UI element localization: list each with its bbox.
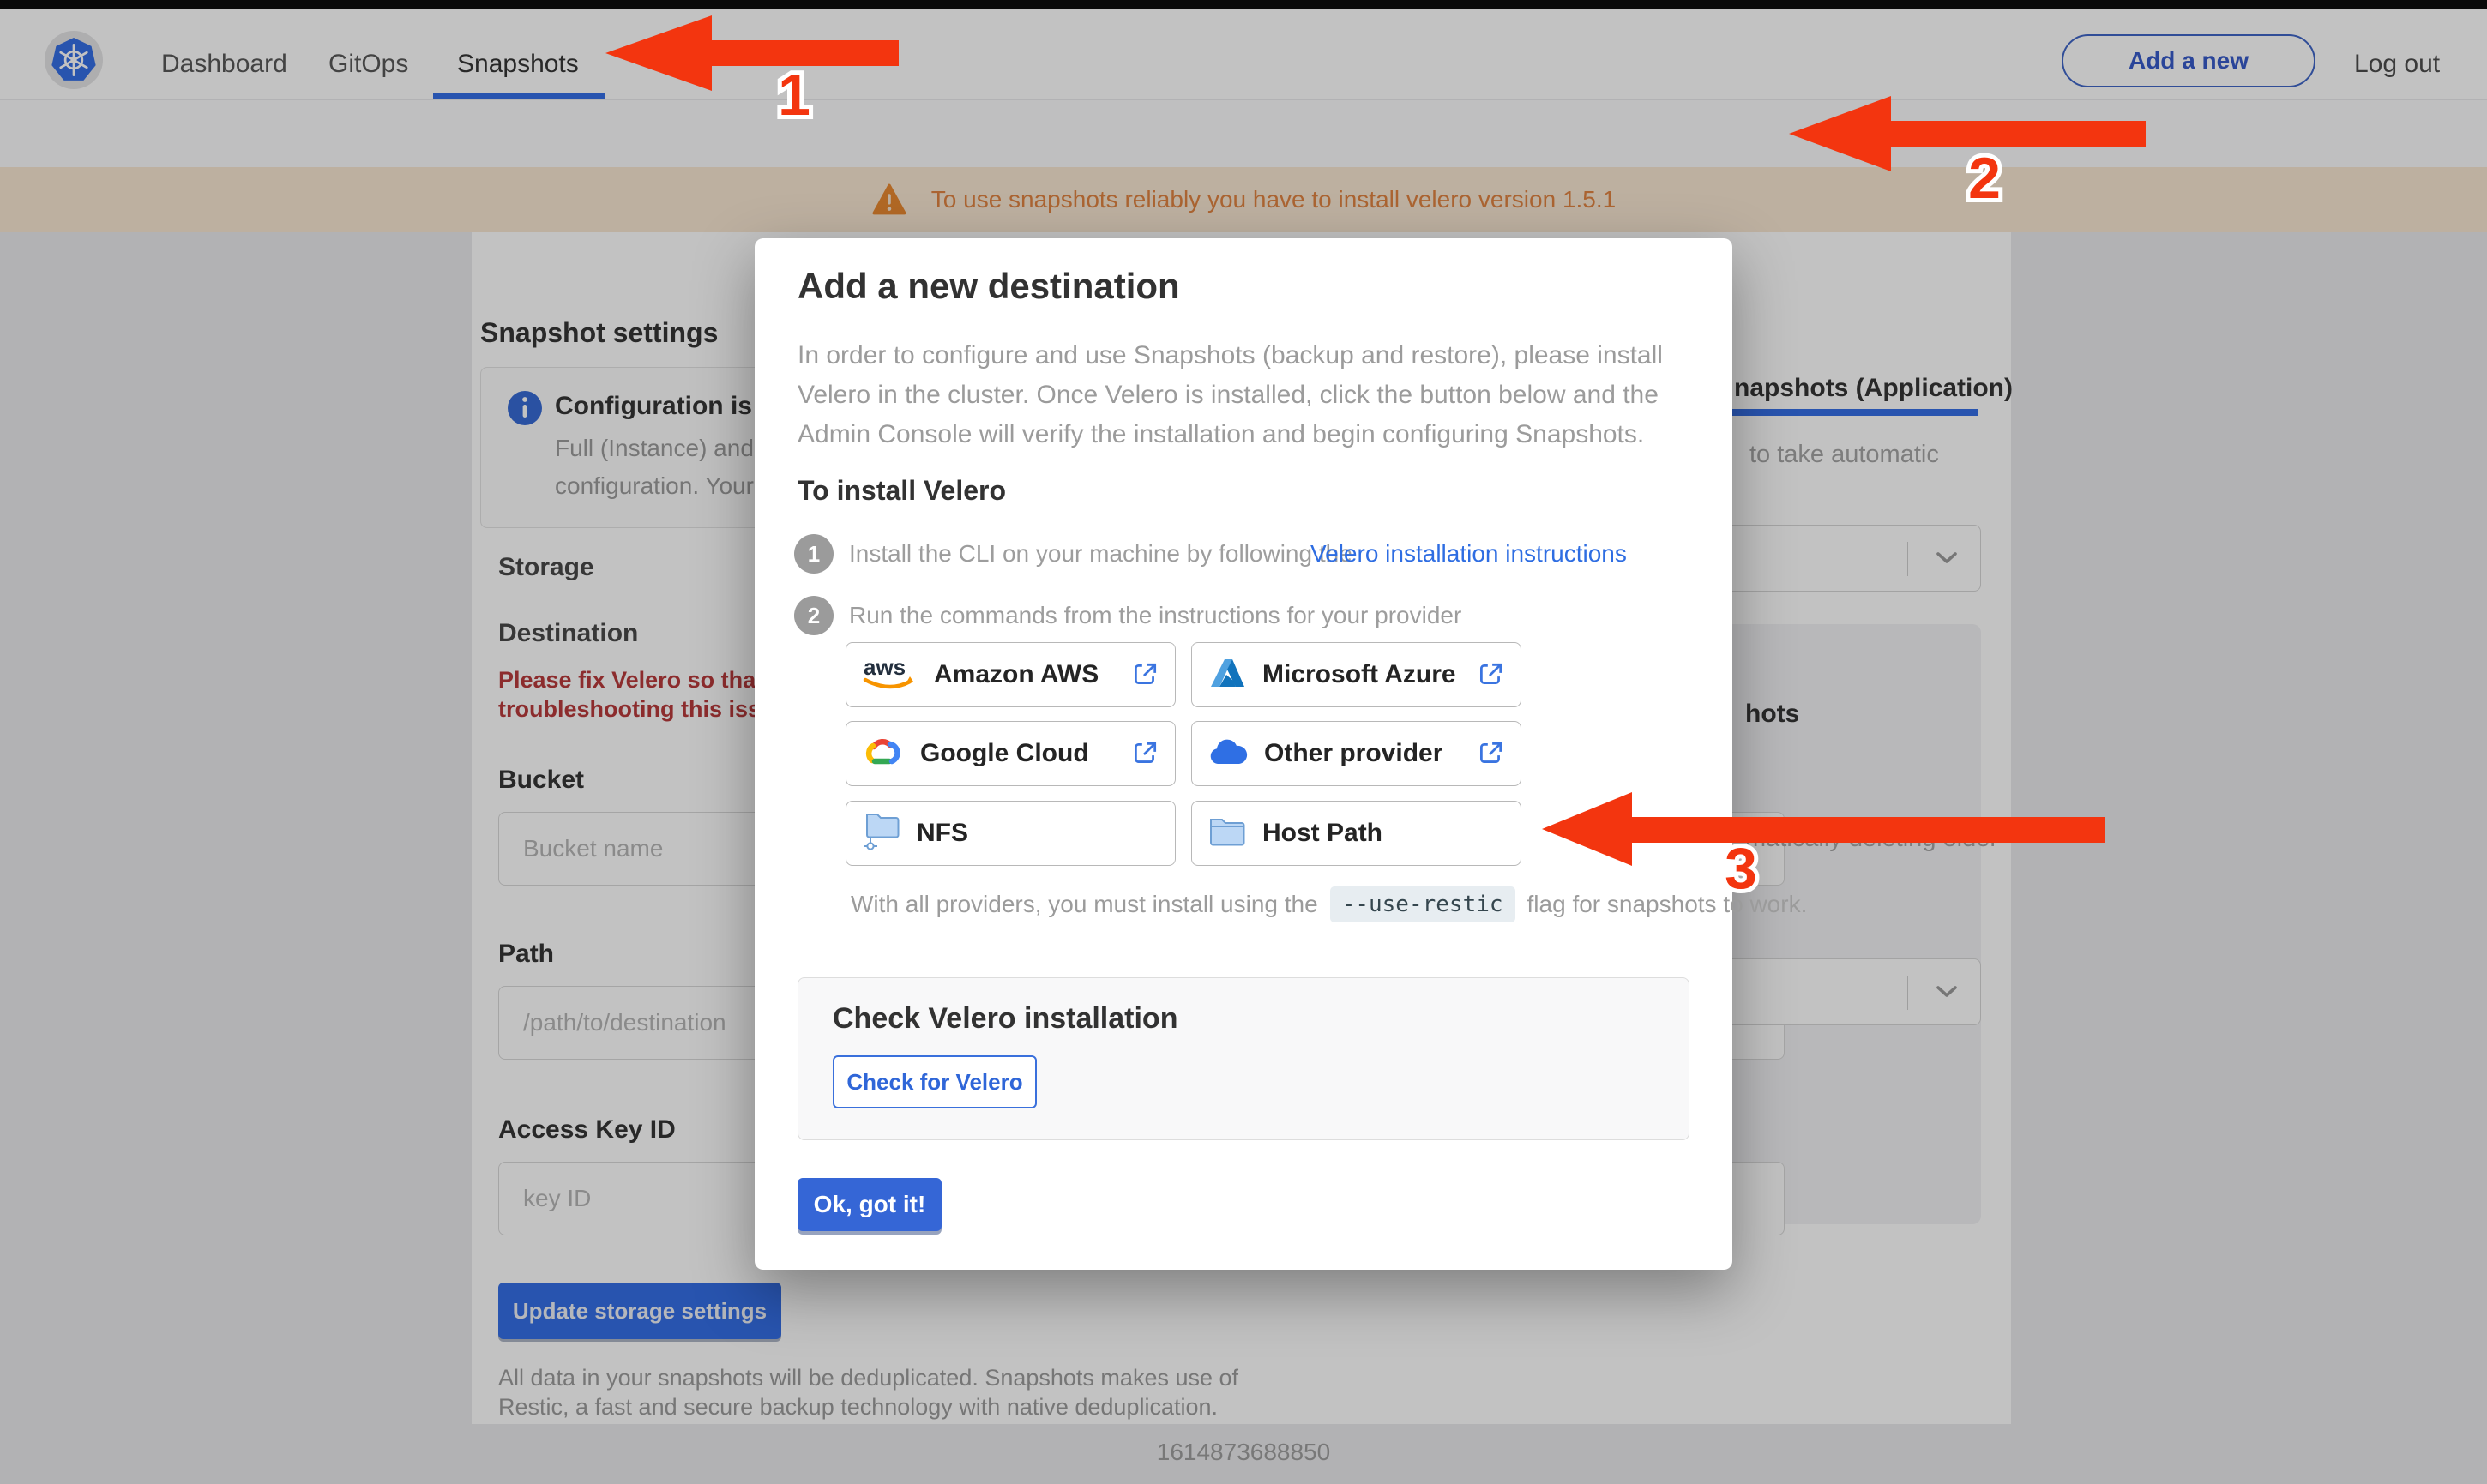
restic-note: With all providers, you must install usi…: [851, 886, 1807, 922]
modal-title: Add a new destination: [798, 266, 1180, 306]
step2-text: Run the commands from the instructions f…: [849, 602, 1462, 628]
screen: Dashboard GitOps Snapshots Add a new app…: [0, 0, 2487, 1484]
restic-flag-code: --use-restic: [1329, 886, 1515, 922]
azure-icon: [1207, 656, 1247, 694]
modal-intro-line1: In order to configure and use Snapshots …: [798, 341, 1663, 369]
google-cloud-icon: [862, 736, 905, 772]
install-velero-heading: To install Velero: [798, 475, 1007, 506]
cloud-icon: [1207, 737, 1249, 771]
external-link-icon: [1476, 660, 1505, 689]
provider-microsoft-azure[interactable]: Microsoft Azure: [1191, 642, 1521, 707]
external-link-icon: [1476, 739, 1505, 768]
check-velero-panel: Check Velero installation Check for Vele…: [798, 977, 1689, 1140]
ok-got-it-button[interactable]: Ok, got it!: [798, 1178, 942, 1231]
modal-intro-line3: Admin Console will verify the installati…: [798, 420, 1645, 448]
step2-badge: 2: [794, 596, 834, 635]
modal-intro-line2: Velero in the cluster. Once Velero is in…: [798, 381, 1659, 409]
provider-host-path[interactable]: Host Path: [1191, 801, 1521, 866]
provider-label: Host Path: [1262, 819, 1383, 847]
step1-text: Install the CLI on your machine by follo…: [849, 540, 1352, 567]
provider-label: Microsoft Azure: [1262, 660, 1456, 688]
external-link-icon: [1130, 739, 1159, 768]
provider-google-cloud[interactable]: Google Cloud: [846, 721, 1176, 786]
svg-text:aws: aws: [864, 654, 906, 680]
restic-text-before: With all providers, you must install usi…: [851, 891, 1318, 917]
check-velero-heading: Check Velero installation: [833, 1002, 1178, 1035]
provider-nfs[interactable]: NFS: [846, 801, 1176, 866]
provider-label: NFS: [917, 819, 968, 847]
provider-amazon-aws[interactable]: aws Amazon AWS: [846, 642, 1176, 707]
nfs-icon: [862, 811, 901, 856]
provider-other[interactable]: Other provider: [1191, 721, 1521, 786]
provider-label: Other provider: [1264, 739, 1443, 767]
external-link-icon: [1130, 660, 1159, 689]
add-destination-modal: Add a new destination In order to config…: [755, 238, 1807, 1270]
step1-badge: 1: [794, 534, 834, 574]
check-for-velero-button[interactable]: Check for Velero: [833, 1055, 1037, 1108]
provider-label: Google Cloud: [920, 739, 1089, 767]
restic-text-after: flag for snapshots to work.: [1527, 891, 1808, 917]
provider-label: Amazon AWS: [934, 660, 1099, 688]
velero-instructions-link[interactable]: Velero installation instructions: [1310, 540, 1627, 568]
aws-icon: aws: [862, 654, 918, 696]
folder-icon: [1207, 814, 1247, 853]
